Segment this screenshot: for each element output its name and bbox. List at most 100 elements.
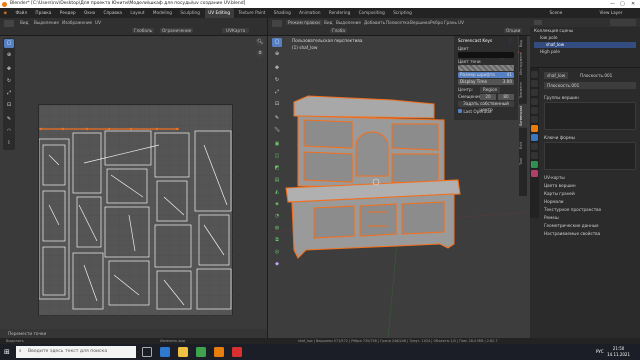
minimize-icon[interactable]: — [610, 0, 615, 8]
file-explorer-icon[interactable] [178, 347, 188, 357]
mode-dropdown[interactable]: Режим правки [286, 20, 322, 25]
vp-shear-tool-icon[interactable]: ◆ [272, 260, 282, 269]
remesh-header[interactable]: Ремеш [544, 214, 559, 221]
zoom-icon[interactable]: 🔍︎ [256, 38, 264, 46]
vp-inset-tool-icon[interactable]: ◫ [272, 152, 282, 161]
vertex-groups-list[interactable] [544, 102, 636, 130]
scale-tool-icon[interactable]: ⤢ [4, 89, 14, 98]
blender-taskbar-icon[interactable] [214, 347, 224, 357]
outliner-item-high-pole[interactable]: High pole [540, 49, 560, 55]
workspace-tab-layout[interactable]: Layout [127, 8, 148, 18]
mesh-datablock-field[interactable]: Плоскость.001 [544, 82, 636, 89]
transform-tool-icon[interactable]: ⊡ [4, 101, 14, 110]
texture-space-header[interactable]: Текстурное пространство [544, 206, 601, 213]
outliner-item-scene-collection[interactable]: Коллекция сцены [534, 28, 573, 34]
vp-menu-mesh[interactable]: Полисетка [386, 20, 410, 25]
workspace-tab-rendering[interactable]: Rendering [325, 8, 353, 18]
mesh-data-props-icon[interactable] [531, 161, 538, 168]
workspace-tab-compositing[interactable]: Compositing [355, 8, 388, 18]
vp-menu-uv[interactable]: UV [458, 20, 464, 25]
n-tab-screencast[interactable]: Screencast [519, 104, 527, 128]
workspace-tab-scripting[interactable]: Scripting [390, 8, 416, 18]
vp-extrude-tool-icon[interactable]: ▣ [272, 140, 282, 149]
vp-spin-tool-icon[interactable]: ◔ [272, 212, 282, 221]
uv-snap-dropdown[interactable]: Ограничение [160, 28, 194, 33]
maximize-icon[interactable]: ▢ [620, 0, 625, 8]
modifier-props-icon[interactable] [531, 134, 538, 141]
options-dropdown[interactable]: Опции [504, 28, 523, 33]
windows-start-icon[interactable]: ⊞ [4, 348, 10, 356]
material-props-icon[interactable] [531, 170, 538, 177]
vp-select-box-tool-icon[interactable]: ▢ [272, 38, 282, 47]
outliner-item-shaf-low[interactable]: shaf_low [534, 42, 636, 48]
screencast-panel-title[interactable]: Screencast Keys [458, 38, 492, 44]
tool-props-icon[interactable] [531, 71, 538, 78]
render-props-icon[interactable] [531, 80, 538, 87]
editor-type-icon[interactable] [4, 20, 14, 27]
checkbox-icon[interactable] [458, 109, 462, 113]
vp-menu-view[interactable]: Вид [324, 20, 333, 25]
particles-props-icon[interactable] [531, 143, 538, 150]
uv-grid[interactable] [38, 104, 234, 317]
blender-menu-icon[interactable]: ◉ [0, 8, 11, 18]
workspace-tab-animation[interactable]: Animation [296, 8, 324, 18]
vp-smooth-tool-icon[interactable]: ◍ [272, 224, 282, 233]
view-layer-selector[interactable]: View Layer [596, 8, 626, 18]
display-time-field[interactable]: Display Time 3.00 [458, 79, 514, 85]
move-tool-icon[interactable]: ✥ [4, 65, 14, 74]
rotate-tool-icon[interactable]: ↻ [4, 77, 14, 86]
annotate-tool-icon[interactable]: ✎ [4, 115, 14, 124]
last-operator-checkbox-row[interactable]: Last Operator [458, 109, 492, 115]
scene-selector[interactable]: Scene [546, 8, 566, 18]
uv-menu-view[interactable]: Вид [20, 20, 29, 25]
workspace-tab-uv-editing[interactable]: UV Editing [204, 8, 234, 18]
vp-scale-tool-icon[interactable]: ⤢ [272, 88, 282, 97]
vertex-colors-header[interactable]: Цвета вершин [544, 182, 576, 189]
menu-edit[interactable]: Правка [32, 8, 55, 18]
n-tab-tool[interactable]: Инструмент [519, 50, 527, 77]
view-layer-props-icon[interactable] [531, 98, 538, 105]
menu-render[interactable]: Рендер [56, 8, 79, 18]
n-tab-tool2[interactable]: Tool [519, 156, 527, 167]
vp-annotate-tool-icon[interactable]: ✎ [272, 114, 282, 123]
app-icon-green[interactable] [196, 347, 206, 357]
custom-properties-header[interactable]: Настраиваемые свойства [544, 230, 600, 237]
face-maps-header[interactable]: Карты граней [544, 190, 575, 197]
workspace-tab-texture-paint[interactable]: Texture Paint [235, 8, 269, 18]
workspace-tab-shading[interactable]: Shading [270, 8, 294, 18]
orientation-dropdown[interactable]: Глоба [330, 28, 347, 33]
menu-file[interactable]: Файл [12, 8, 31, 18]
vp-rotate-tool-icon[interactable]: ↻ [272, 76, 282, 85]
uv-menu-image[interactable]: Изображение [62, 20, 92, 25]
outliner-filter-icon[interactable] [610, 19, 636, 26]
color-swatch[interactable] [458, 52, 514, 58]
outliner-type-icon[interactable] [534, 20, 542, 25]
uv-last-operator-panel[interactable]: Перемести точки [0, 329, 267, 338]
shadow-color-swatch[interactable] [458, 65, 514, 71]
uv-map-selector[interactable]: UVКарта [222, 28, 250, 33]
menu-window[interactable]: Окно [81, 8, 99, 18]
edge-browser-icon[interactable] [160, 347, 170, 357]
n-tab-edit[interactable]: Edit [519, 140, 527, 151]
vp-menu-vertex[interactable]: Вершина [410, 20, 430, 25]
workspace-tab-sculpting[interactable]: Sculpting [177, 8, 204, 18]
vp-move-tool-icon[interactable]: ✥ [272, 64, 282, 73]
vertex-groups-header[interactable]: Группы вершин [544, 94, 579, 101]
vp-knife-tool-icon[interactable]: ◭ [272, 188, 282, 197]
physics-props-icon[interactable] [531, 152, 538, 159]
uv-pivot-dropdown[interactable]: Глобаль [132, 28, 155, 33]
output-props-icon[interactable] [531, 89, 538, 96]
shape-keys-header[interactable]: Ключи формы [544, 134, 575, 141]
offset-x-field[interactable]: 20 [480, 94, 496, 100]
language-indicator[interactable]: РУС [596, 349, 604, 354]
uv-menu-select[interactable]: Выделение [34, 20, 59, 25]
vp-menu-select[interactable]: Выделение [336, 20, 361, 25]
vp-edge-slide-tool-icon[interactable]: ⧉ [272, 236, 282, 245]
normals-header[interactable]: Нормали [544, 198, 564, 205]
vp-transform-tool-icon[interactable]: ⊡ [272, 100, 282, 109]
relax-tool-icon[interactable]: ⌇ [4, 139, 14, 148]
taskbar-search-box[interactable]: ⌕ Введите здесь текст для поиска [16, 346, 136, 358]
shape-keys-list[interactable] [544, 142, 636, 170]
vp-bevel-tool-icon[interactable]: ◩ [272, 164, 282, 173]
vp-loopcut-tool-icon[interactable]: ▤ [272, 176, 282, 185]
